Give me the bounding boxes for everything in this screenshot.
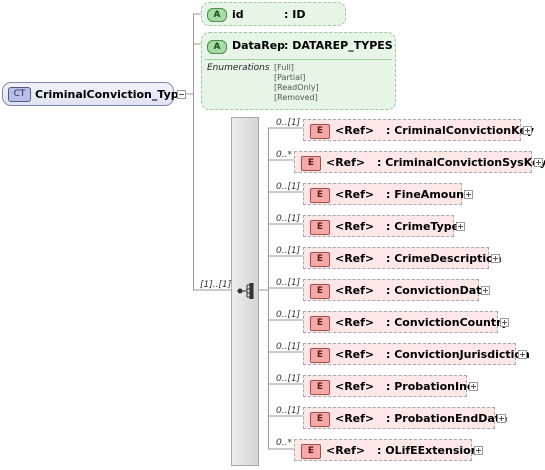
element-row[interactable]: E <Ref> : FineAmount <box>303 183 469 205</box>
element-multiplicity: 0..[1] <box>276 310 301 320</box>
expand-icon[interactable] <box>500 318 509 327</box>
element-row[interactable]: E <Ref> : CriminalConvictionSysKey <box>294 151 545 173</box>
expand-icon[interactable] <box>456 222 465 231</box>
element-badge: E <box>310 284 330 299</box>
element-row[interactable]: E <Ref> : CrimeDescription <box>303 247 502 269</box>
expand-icon[interactable] <box>469 382 478 391</box>
element-badge: E <box>310 348 330 363</box>
element-row[interactable]: E <Ref> : ConvictionCountry <box>303 311 509 333</box>
enumeration-value: [Partial] <box>274 73 306 82</box>
element-row[interactable]: E <Ref> : ConvictionJurisdiction <box>303 343 530 365</box>
root-complex-type[interactable]: CT CriminalConviction_Type <box>2 82 186 106</box>
element-row[interactable]: E <Ref> : ProbationInd <box>303 375 475 397</box>
element-multiplicity: 0..[1] <box>276 406 301 416</box>
element-badge: E <box>310 380 330 395</box>
element-name: : ProbationEndDate <box>386 412 508 425</box>
element-name: : ProbationInd <box>386 380 475 393</box>
collapse-icon[interactable] <box>177 90 186 99</box>
expand-icon[interactable] <box>518 350 527 359</box>
element-multiplicity: 0..[1] <box>276 374 301 384</box>
element-ref-label: <Ref> <box>335 252 375 265</box>
enumeration-value: [Removed] <box>274 93 318 102</box>
attribute-badge: A <box>207 40 227 54</box>
element-name: : ConvictionCountry <box>386 316 509 329</box>
element-ref-label: <Ref> <box>335 124 375 137</box>
enumerations-label: Enumerations <box>207 63 270 73</box>
expand-icon[interactable] <box>474 446 483 455</box>
element-name: : CrimeType <box>386 220 460 233</box>
element-ref-label: <Ref> <box>335 284 375 297</box>
attribute-datarep[interactable]: A DataRep : DATAREP_TYPES Enumerations [… <box>201 32 396 110</box>
sequence-compositor-icon <box>237 283 254 299</box>
complex-type-badge: CT <box>8 87 31 102</box>
expand-icon[interactable] <box>523 126 532 135</box>
element-multiplicity: 0..[1] <box>276 214 301 224</box>
element-name: : ConvictionDate <box>386 284 489 297</box>
expand-icon[interactable] <box>481 286 490 295</box>
expand-icon[interactable] <box>464 190 473 199</box>
element-badge: E <box>310 124 330 139</box>
element-multiplicity: 0..* <box>276 150 292 160</box>
element-name: : CriminalConvictionKey <box>386 124 535 137</box>
element-multiplicity: 0..[1] <box>276 246 301 256</box>
attribute-type: : ID <box>284 8 306 21</box>
element-badge: E <box>310 412 330 427</box>
element-badge: E <box>301 156 321 171</box>
element-multiplicity: 0..[1] <box>276 342 301 352</box>
sequence-multiplicity: [1]..[1] <box>200 280 232 290</box>
attribute-name: DataRep <box>232 39 286 52</box>
element-badge: E <box>310 316 330 331</box>
root-type-name: CriminalConviction_Type <box>35 88 187 101</box>
element-ref-label: <Ref> <box>326 444 366 457</box>
element-name: : OLifEExtension <box>377 444 479 457</box>
attribute-type: : DATAREP_TYPES <box>284 39 393 52</box>
attribute-name: id <box>232 8 244 21</box>
element-name: : CriminalConvictionSysKey <box>377 156 545 169</box>
element-ref-label: <Ref> <box>335 220 375 233</box>
element-ref-label: <Ref> <box>335 316 375 329</box>
element-badge: E <box>301 444 321 459</box>
enumeration-value: [Full] <box>274 63 294 72</box>
element-name: : FineAmount <box>386 188 470 201</box>
element-badge: E <box>310 220 330 235</box>
element-ref-label: <Ref> <box>326 156 366 169</box>
expand-icon[interactable] <box>534 158 543 167</box>
element-multiplicity: 0..* <box>276 438 292 448</box>
enumeration-divider <box>205 59 392 60</box>
element-row[interactable]: E <Ref> : OLifEExtension <box>294 439 479 461</box>
element-row[interactable]: E <Ref> : ConvictionDate <box>303 279 489 301</box>
expand-icon[interactable] <box>497 414 506 423</box>
element-multiplicity: 0..[1] <box>276 278 301 288</box>
element-row[interactable]: E <Ref> : ProbationEndDate <box>303 407 507 429</box>
element-badge: E <box>310 252 330 267</box>
element-multiplicity: 0..[1] <box>276 182 301 192</box>
attribute-badge: A <box>207 8 227 22</box>
element-ref-label: <Ref> <box>335 348 375 361</box>
enumeration-value: [ReadOnly] <box>274 83 319 92</box>
element-multiplicity: 0..[1] <box>276 118 301 128</box>
element-ref-label: <Ref> <box>335 380 375 393</box>
expand-icon[interactable] <box>491 254 500 263</box>
element-row[interactable]: E <Ref> : CrimeType <box>303 215 459 237</box>
element-name: : CrimeDescription <box>386 252 502 265</box>
element-name: : ConvictionJurisdiction <box>386 348 530 361</box>
attribute-id[interactable]: A id : ID <box>201 2 346 26</box>
element-ref-label: <Ref> <box>335 412 375 425</box>
element-ref-label: <Ref> <box>335 188 375 201</box>
element-badge: E <box>310 188 330 203</box>
element-row[interactable]: E <Ref> : CriminalConvictionKey <box>303 119 534 141</box>
